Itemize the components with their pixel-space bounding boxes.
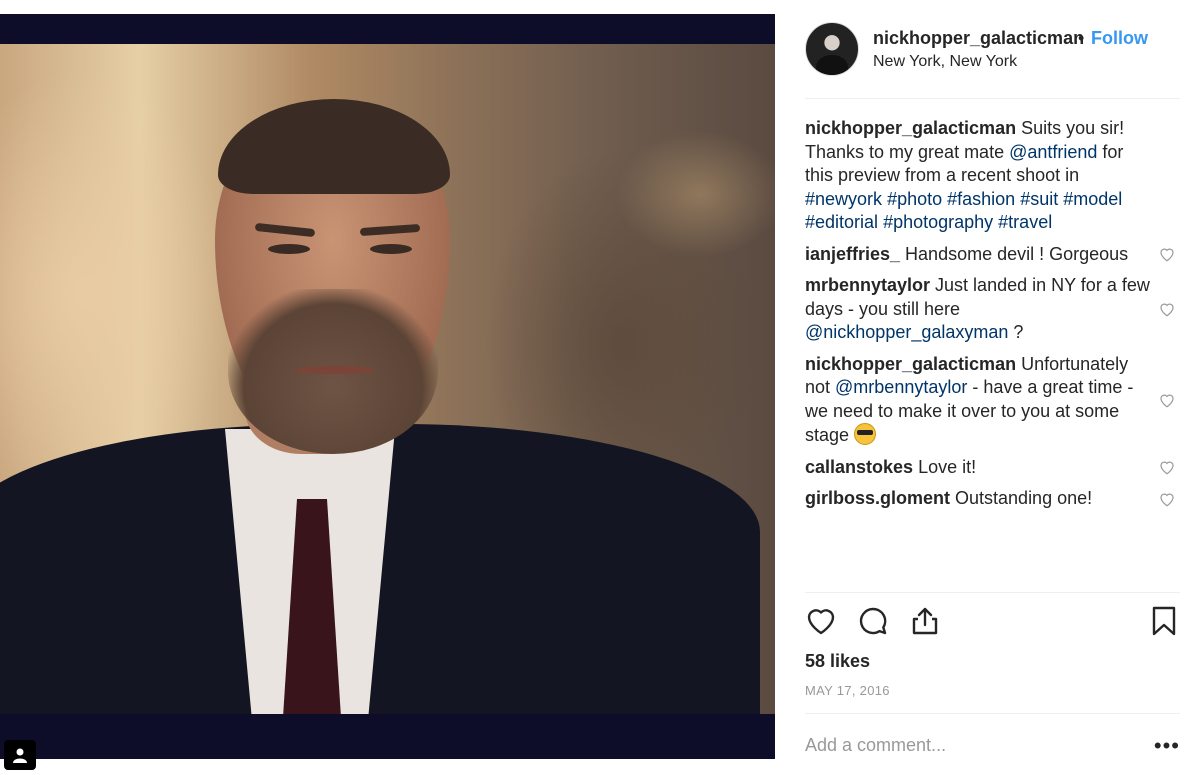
hashtag-link[interactable]: #newyork <box>805 189 882 209</box>
comment-item: nickhopper_galacticman Unfortunately not… <box>805 353 1180 448</box>
post-photo[interactable] <box>0 44 775 714</box>
heart-outline-icon[interactable] <box>1158 458 1176 476</box>
comment-input[interactable]: Add a comment... <box>805 735 946 756</box>
comment-item: ianjeffries_ Handsome devil ! Gorgeous <box>805 243 1180 267</box>
hashtag-link[interactable]: #suit <box>1020 189 1058 209</box>
comment-item: callanstokes Love it! <box>805 456 1180 480</box>
comment-username[interactable]: ianjeffries_ <box>805 244 900 264</box>
right-eye <box>370 244 412 254</box>
comment-bubble-icon[interactable] <box>857 605 889 637</box>
post-photo-pane <box>0 0 775 775</box>
caption-username[interactable]: nickhopper_galacticman <box>805 118 1016 138</box>
user-tag-button[interactable] <box>4 740 36 770</box>
mention-link[interactable]: @nickhopper_galaxyman <box>805 322 1008 342</box>
heart-outline-icon[interactable] <box>1158 245 1176 263</box>
avatar[interactable] <box>805 22 859 76</box>
hashtag-link[interactable]: #fashion <box>947 189 1015 209</box>
comment-text: Outstanding one! <box>950 488 1093 508</box>
post-sidebar: nickhopper_galacticman • Follow New York… <box>805 0 1180 775</box>
more-options-button[interactable]: ••• <box>1154 733 1180 759</box>
share-upload-icon[interactable] <box>909 605 941 637</box>
separator-dot: • <box>1078 28 1085 48</box>
comment-text: Love it! <box>913 456 977 477</box>
comment-item: mrbennytaylor Just landed in NY for a fe… <box>805 274 1180 345</box>
sunglasses-emoji-icon <box>854 423 877 445</box>
caption: nickhopper_galacticman Suits you sir! Th… <box>805 117 1180 235</box>
mention-link[interactable]: @mrbennytaylor <box>835 377 967 397</box>
comments-list: nickhopper_galacticman Suits you sir! Th… <box>805 117 1180 519</box>
hashtag-link[interactable]: #editorial <box>805 212 878 232</box>
heart-icon[interactable] <box>805 605 837 637</box>
person-icon <box>13 748 27 763</box>
post-header: nickhopper_galacticman • Follow New York… <box>805 20 1180 99</box>
heart-outline-icon[interactable] <box>1158 391 1176 409</box>
comment-username[interactable]: nickhopper_galacticman <box>805 354 1016 374</box>
hashtag-link[interactable]: #travel <box>998 212 1052 232</box>
follow-button[interactable]: Follow <box>1091 28 1148 49</box>
mention-link[interactable]: @antfriend <box>1009 142 1097 162</box>
comment-username[interactable]: girlboss.gloment <box>805 488 950 508</box>
comment-text: Handsome devil ! Gorgeous <box>900 243 1129 264</box>
bookmark-icon[interactable] <box>1148 605 1180 637</box>
likes-count[interactable]: 58 likes <box>805 651 870 672</box>
comment-username[interactable]: callanstokes <box>805 457 913 477</box>
comment-text: ? <box>1008 322 1024 342</box>
post-actions: 58 likes MAY 17, 2016 <box>805 592 1180 714</box>
heart-outline-icon[interactable] <box>1158 300 1176 318</box>
hashtag-link[interactable]: #photography <box>883 212 993 232</box>
mouth <box>295 366 375 374</box>
comment-item: girlboss.gloment Outstanding one! <box>805 487 1180 511</box>
heart-outline-icon[interactable] <box>1158 490 1176 508</box>
header-username[interactable]: nickhopper_galacticman <box>873 28 1084 49</box>
comment-username[interactable]: mrbennytaylor <box>805 275 930 295</box>
post-date: MAY 17, 2016 <box>805 683 890 698</box>
location-link[interactable]: New York, New York <box>873 53 1017 71</box>
hashtag-link[interactable]: #photo <box>887 189 942 209</box>
left-eye <box>268 244 310 254</box>
hashtag-link[interactable]: #model <box>1063 189 1122 209</box>
hair-shape <box>218 99 450 194</box>
